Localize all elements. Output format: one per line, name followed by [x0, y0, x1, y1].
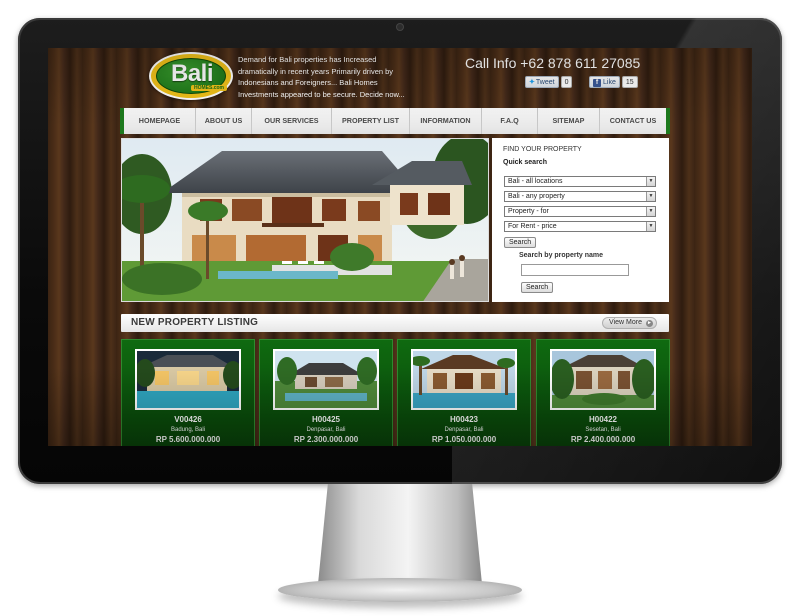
- dropdown-arrow-icon: ▼: [646, 207, 655, 216]
- nav-faq[interactable]: F.A.Q: [482, 108, 538, 134]
- quick-search-panel: FIND YOUR PROPERTY Quick search Bali - a…: [492, 138, 669, 302]
- property-price: RP 2.400.000.000: [570, 435, 636, 444]
- new-listing-header: NEW PROPERTY LISTING View More ►: [121, 314, 669, 332]
- tweet-count: 0: [560, 76, 573, 88]
- like-count: 15: [621, 76, 638, 88]
- property-card[interactable]: H00422 Sesetan, Bali RP 2.400.000.000: [536, 339, 670, 446]
- dropdown-arrow-icon: ▼: [646, 192, 655, 201]
- hero-villa-image: [121, 138, 489, 302]
- property-code: H00423: [449, 415, 479, 424]
- arrow-right-icon: ►: [646, 320, 653, 327]
- twitter-bird-icon: ✦: [529, 79, 535, 86]
- property-name-input[interactable]: [521, 264, 629, 276]
- nav-property-list[interactable]: PROPERTY LIST: [332, 108, 410, 134]
- bali-homes-logo[interactable]: Bali HOMES.com: [149, 52, 233, 100]
- nav-information[interactable]: INFORMATION: [410, 108, 482, 134]
- logo-subtext: HOMES.com: [191, 85, 228, 91]
- contact-phone: Call Info +62 878 611 27085: [465, 55, 641, 71]
- nav-homepage[interactable]: HOMEPAGE: [124, 108, 196, 134]
- like-widget: f Like 15: [589, 76, 638, 88]
- property-card[interactable]: H00423 Denpasar, Bali RP 1.050.000.000: [397, 339, 531, 446]
- property-thumbnail: [411, 349, 517, 410]
- nav-about-us[interactable]: ABOUT US: [196, 108, 252, 134]
- property-thumbnail: [273, 349, 379, 410]
- property-location: Denpasar, Bali: [306, 427, 346, 433]
- location-select[interactable]: Bali - all locations ▼: [504, 176, 656, 187]
- price-select[interactable]: For Rent - price ▼: [504, 221, 656, 232]
- property-price: RP 5.600.000.000: [155, 435, 221, 444]
- monitor-stand: [318, 484, 482, 584]
- property-price: RP 2.300.000.000: [293, 435, 359, 444]
- property-price: RP 1.050.000.000: [431, 435, 497, 444]
- listing-title: NEW PROPERTY LISTING: [131, 317, 259, 328]
- property-code: H00425: [311, 415, 341, 424]
- property-location: Denpasar, Bali: [444, 427, 484, 433]
- monitor-base: [278, 578, 522, 602]
- search-by-name-label: Search by property name: [519, 252, 604, 259]
- facebook-icon: f: [593, 79, 601, 87]
- tweet-button[interactable]: ✦Tweet: [525, 76, 559, 88]
- property-type-select[interactable]: Bali - any property ▼: [504, 191, 656, 202]
- webcam-icon: [397, 24, 403, 30]
- nav-our-services[interactable]: OUR SERVICES: [252, 108, 332, 134]
- dropdown-arrow-icon: ▼: [646, 222, 655, 231]
- nav-sitemap[interactable]: SITEMAP: [538, 108, 600, 134]
- quick-search-label: Quick search: [503, 159, 547, 166]
- property-code: V00426: [174, 415, 202, 424]
- name-search-button[interactable]: Search: [521, 282, 554, 293]
- property-code: H00422: [588, 415, 618, 424]
- main-navigation: HOMEPAGE ABOUT US OUR SERVICES PROPERTY …: [120, 108, 670, 134]
- facebook-like-button[interactable]: f Like: [589, 76, 620, 88]
- property-for-select[interactable]: Property - for ▼: [504, 206, 656, 217]
- view-more-button[interactable]: View More ►: [602, 317, 657, 329]
- nav-contact-us[interactable]: CONTACT US: [600, 108, 666, 134]
- quick-search-button[interactable]: Search: [504, 237, 537, 248]
- search-panel-title: FIND YOUR PROPERTY: [503, 146, 582, 153]
- tweet-widget: ✦Tweet 0: [525, 76, 573, 88]
- logo-text: Bali: [170, 60, 214, 87]
- property-thumbnail: [135, 349, 241, 410]
- property-location: Badung, Bali: [170, 427, 206, 433]
- header-tagline: Demand for Bali properties has Increased…: [238, 55, 405, 99]
- website-screen: Bali HOMES.com Demand for Bali propertie…: [48, 48, 752, 446]
- property-card[interactable]: H00425 Denpasar, Bali RP 2.300.000.000: [259, 339, 393, 446]
- dropdown-arrow-icon: ▼: [646, 177, 655, 186]
- property-location: Sesetan, Bali: [585, 427, 621, 433]
- property-card[interactable]: V00426 Badung, Bali RP 5.600.000.000: [121, 339, 255, 446]
- property-thumbnail: [550, 349, 656, 410]
